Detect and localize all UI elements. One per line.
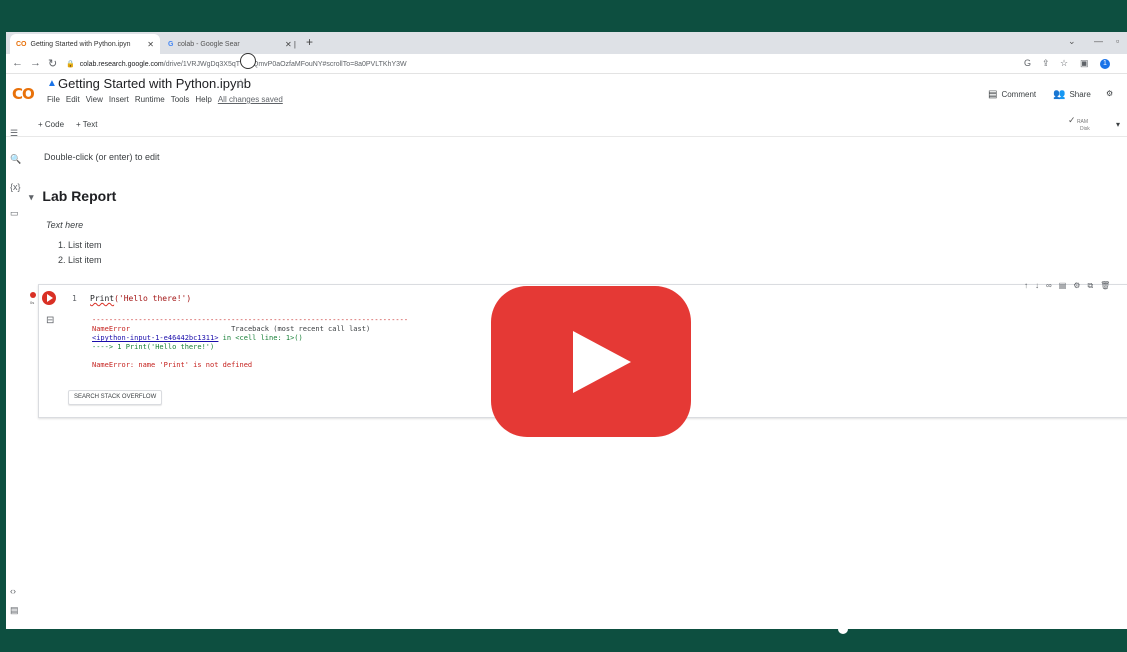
back-icon[interactable]: ← xyxy=(12,57,23,69)
video-play-button[interactable] xyxy=(491,286,691,437)
resource-monitor[interactable]: ✓ RAM Disk xyxy=(1068,115,1090,133)
mirror-cell-icon[interactable]: ⧉ xyxy=(1087,281,1093,291)
tab-google-search[interactable]: G colab - Google Sear ✕ | xyxy=(162,34,302,54)
table-of-contents-icon[interactable]: ☰ xyxy=(10,128,18,139)
menu-view[interactable]: View xyxy=(86,95,103,104)
error-indicator-icon xyxy=(30,292,36,298)
runtime-dropdown-icon[interactable]: ▾ xyxy=(1116,120,1120,129)
cell-toolbar: ↑ ↓ ∞ ▤ ⚙ ⧉ 🗑 xyxy=(1024,281,1110,291)
star-notebook-icon[interactable]: ☆ xyxy=(236,77,246,90)
people-icon: 👥 xyxy=(1053,89,1066,100)
run-cell-button[interactable] xyxy=(42,291,56,305)
tab-search-icon[interactable]: ⌄ xyxy=(1068,36,1076,47)
command-palette-icon[interactable]: ▤ xyxy=(10,605,19,616)
section-heading[interactable]: ▾ Lab Report xyxy=(29,188,116,204)
reload-icon[interactable]: ↻ xyxy=(48,57,57,70)
error-message: NameError: name 'Print' is not defined xyxy=(92,361,253,369)
code-arguments: ('Hello there!') xyxy=(114,294,192,303)
cell-settings-icon[interactable]: ⚙ xyxy=(1073,281,1080,291)
close-tab-icon[interactable]: ✕ | xyxy=(285,40,296,49)
share-label: Share xyxy=(1069,90,1091,99)
url-field[interactable]: 🔒 colab.research.google.com /drive/1VRJW… xyxy=(66,57,1006,71)
search-stack-overflow-button[interactable]: SEARCH STACK OVERFLOW xyxy=(68,390,163,405)
notebook-toolbar: + Code + Text ✓ RAM Disk ▾ xyxy=(6,115,1127,137)
restore-icon[interactable]: ▫ xyxy=(1116,36,1119,46)
url-host: colab.research.google.com xyxy=(79,60,164,68)
mouse-cursor-icon xyxy=(240,53,256,69)
colab-header: CO ▲ Getting Started with Python.ipynb ☆… xyxy=(6,75,1127,115)
comment-icon: ▤ xyxy=(988,89,998,100)
drive-icon: ▲ xyxy=(47,78,57,89)
menu-edit[interactable]: Edit xyxy=(66,95,80,104)
share-page-icon[interactable]: ⇪ xyxy=(1042,58,1050,69)
files-folder-icon[interactable]: ▭ xyxy=(10,208,19,219)
google-favicon-icon: G xyxy=(168,40,174,48)
comment-button[interactable]: ▤ Comment xyxy=(988,89,1036,100)
traceback-location: in <cell line: 1>() xyxy=(218,334,303,342)
colab-logo[interactable]: CO xyxy=(12,85,35,103)
save-status[interactable]: All changes saved xyxy=(218,95,283,104)
forward-icon[interactable]: → xyxy=(30,57,41,69)
screen: CO Getting Started with Python.ipyn ✕ G … xyxy=(6,32,1127,629)
bookmark-star-icon[interactable]: ☆ xyxy=(1060,58,1068,69)
delete-cell-icon[interactable]: 🗑 xyxy=(1100,281,1110,291)
menu-help[interactable]: Help xyxy=(195,95,211,104)
close-tab-icon[interactable]: ✕ xyxy=(147,40,154,49)
traceback-arrow-line: ----> 1 Print('Hello there!') xyxy=(92,343,215,351)
menu-file[interactable]: File xyxy=(47,95,60,104)
profile-avatar[interactable]: 1 xyxy=(1100,59,1110,69)
line-number: 1 xyxy=(72,294,77,303)
add-text-cell-button[interactable]: + Text xyxy=(76,120,97,129)
ram-label: RAM xyxy=(1076,119,1089,125)
traceback-head: Traceback (most recent call last) xyxy=(231,325,371,333)
address-bar-row: ← → ↻ 🔒 colab.research.google.com /drive… xyxy=(6,54,1127,74)
edit-hint: Double-click (or enter) to edit xyxy=(44,152,160,162)
colab-favicon-icon: CO xyxy=(16,40,27,48)
video-frame-top xyxy=(0,0,1127,32)
output-rule: ----------------------------------------… xyxy=(92,316,409,324)
code-editor[interactable]: Print('Hello there!') xyxy=(90,294,191,303)
tab-label: Getting Started with Python.ipyn xyxy=(30,40,131,48)
tab-colab-notebook[interactable]: CO Getting Started with Python.ipyn ✕ xyxy=(10,34,160,54)
menu-insert[interactable]: Insert xyxy=(109,95,129,104)
list-item: 2. List item xyxy=(58,255,102,265)
move-down-icon[interactable]: ↓ xyxy=(1035,281,1039,291)
side-panel-icon[interactable]: ▣ xyxy=(1080,58,1089,69)
comment-cell-icon[interactable]: ▤ xyxy=(1059,281,1067,291)
text-paragraph: Text here xyxy=(46,220,84,230)
error-name: NameError xyxy=(92,325,130,333)
variables-icon[interactable]: {x} xyxy=(10,182,21,192)
video-scrubber-handle[interactable] xyxy=(838,624,848,634)
new-tab-button[interactable]: + xyxy=(306,35,313,49)
list-item: 1. List item xyxy=(58,240,102,250)
search-icon[interactable]: 🔍 xyxy=(10,154,21,165)
output-clear-icon[interactable]: ⊟ xyxy=(46,315,54,326)
settings-gear-icon[interactable]: ⚙ xyxy=(1106,89,1113,98)
connected-check-icon: ✓ xyxy=(1068,115,1076,125)
share-button[interactable]: 👥 Share xyxy=(1053,89,1091,100)
notebook-title[interactable]: Getting Started with Python.ipynb xyxy=(58,76,251,91)
browser-tab-strip: CO Getting Started with Python.ipyn ✕ G … xyxy=(6,32,1127,54)
link-icon[interactable]: ∞ xyxy=(1046,281,1052,291)
move-up-icon[interactable]: ↑ xyxy=(1024,281,1028,291)
traceback-link[interactable]: <ipython-input-1-e46442bc1311> xyxy=(92,334,218,342)
section-title: Lab Report xyxy=(42,188,117,204)
collapse-caret-icon[interactable]: ▾ xyxy=(29,192,34,202)
video-frame-bottom xyxy=(0,629,1127,652)
add-code-cell-button[interactable]: + Code xyxy=(38,120,64,129)
menu-bar: File Edit View Insert Runtime Tools Help… xyxy=(47,95,283,104)
disk-label: Disk xyxy=(1080,126,1090,132)
code-snippets-icon[interactable]: ‹› xyxy=(10,586,16,596)
execution-time-label: 0s xyxy=(30,300,35,305)
comment-label: Comment xyxy=(1001,90,1037,99)
error-output: ----------------------------------------… xyxy=(92,316,408,370)
minimize-icon[interactable]: — xyxy=(1094,36,1103,46)
tab-label: colab - Google Sear xyxy=(177,40,240,48)
code-function: Print xyxy=(90,294,115,303)
google-lens-icon[interactable]: G xyxy=(1024,58,1031,68)
url-path: /drive/1VRJWgDq3X5qTVgFQmvP0aOzfaMFouNY#… xyxy=(163,60,407,68)
lock-icon: 🔒 xyxy=(66,61,75,68)
menu-tools[interactable]: Tools xyxy=(171,95,190,104)
menu-runtime[interactable]: Runtime xyxy=(135,95,165,104)
